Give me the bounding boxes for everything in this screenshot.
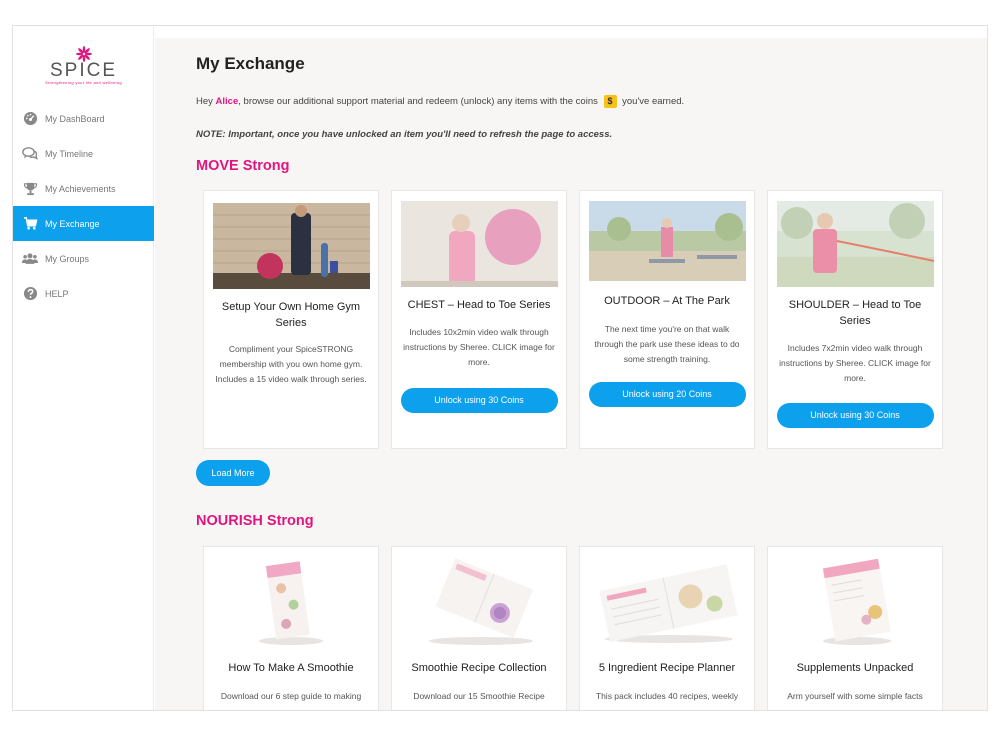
spice-logo[interactable]: SPICE Strengthening your life and wellbe…	[13, 46, 154, 85]
comments-icon	[22, 146, 38, 162]
sidebar-item-label: My Timeline	[45, 148, 94, 159]
sidebar-item-help[interactable]: HELP	[13, 276, 154, 311]
help-icon	[22, 286, 38, 302]
nourish-card-list: How To Make A Smoothie Download our 6 st…	[203, 546, 987, 710]
card-image-recipe-planner[interactable]	[589, 555, 746, 647]
card-title: OUTDOOR – At The Park	[604, 295, 730, 307]
card-description: Compliment your SpiceSTRONG membership w…	[215, 344, 367, 384]
app-window: SPICE Strengthening your life and wellbe…	[12, 25, 988, 711]
note-text: NOTE: Important, once you have unlocked …	[196, 129, 613, 140]
unlock-button[interactable]: Unlock using 30 Coins	[400, 388, 558, 413]
card-title: CHEST – Head to Toe Series	[407, 299, 551, 311]
card-title: Setup Your Own Home Gym Series	[221, 301, 361, 329]
sidebar-item-achievements[interactable]: My Achievements	[13, 171, 154, 206]
card-description: Arm yourself with some simple facts	[787, 691, 923, 701]
dashboard-icon	[22, 111, 38, 127]
sidebar-item-groups[interactable]: My Groups	[13, 241, 154, 276]
card-description: Download our 15 Smoothie Recipe	[413, 691, 545, 701]
card-title: How To Make A Smoothie	[228, 662, 354, 674]
product-card[interactable]: Supplements Unpacked Arm yourself with s…	[767, 546, 943, 710]
unlock-button[interactable]: Unlock using 30 Coins	[776, 403, 934, 428]
product-card[interactable]: Setup Your Own Home Gym Series Complimen…	[203, 190, 379, 449]
card-image-smoothie-collection[interactable]	[401, 555, 558, 647]
sidebar: SPICE Strengthening your life and wellbe…	[13, 26, 154, 710]
sidebar-item-label: My Exchange	[45, 218, 100, 229]
card-image-outdoor[interactable]	[588, 201, 746, 281]
product-card[interactable]: OUTDOOR – At The Park The next time you'…	[579, 190, 755, 449]
card-image-home-gym[interactable]	[212, 203, 370, 289]
main-content: My Exchange Hey Alice, browse our additi…	[155, 26, 987, 710]
card-title: 5 Ingredient Recipe Planner	[598, 662, 736, 674]
move-card-list: Setup Your Own Home Gym Series Complimen…	[203, 190, 987, 449]
card-image-chest[interactable]	[400, 201, 558, 287]
sidebar-item-label: My Groups	[45, 253, 90, 264]
sidebar-item-label: My DashBoard	[45, 113, 105, 124]
sidebar-item-exchange[interactable]: My Exchange	[13, 206, 154, 241]
card-title: SHOULDER – Head to Toe Series	[788, 299, 922, 327]
product-card[interactable]: How To Make A Smoothie Download our 6 st…	[203, 546, 379, 710]
card-description: Download our 6 step guide to making	[220, 691, 362, 701]
unlock-button[interactable]: Unlock using 20 Coins	[588, 382, 746, 407]
product-card[interactable]: 5 Ingredient Recipe Planner This pack in…	[579, 546, 755, 710]
card-description: Includes 7x2min video walk through instr…	[779, 343, 931, 383]
intro-prefix: Hey	[196, 96, 216, 107]
user-name: Alice	[215, 96, 239, 107]
card-image-supplements[interactable]	[777, 555, 934, 647]
card-description: Includes 10x2min video walk through inst…	[403, 327, 555, 367]
page-title: My Exchange	[196, 54, 305, 73]
trophy-icon	[22, 181, 38, 197]
card-image-shoulder[interactable]	[776, 201, 934, 287]
logo-text: SPICE	[49, 60, 118, 81]
intro-middle: , browse our additional support material…	[238, 96, 601, 107]
users-icon	[22, 251, 38, 267]
top-bar	[155, 26, 987, 38]
card-title: Smoothie Recipe Collection	[411, 662, 547, 674]
sidebar-nav: My DashBoard My Timeline My Achievements…	[13, 101, 154, 311]
sidebar-item-timeline[interactable]: My Timeline	[13, 136, 154, 171]
card-description: This pack includes 40 recipes, weekly	[595, 691, 739, 701]
product-card[interactable]: CHEST – Head to Toe Series Includes 10x2…	[391, 190, 567, 449]
section-heading-nourish: NOURISH Strong	[196, 513, 314, 529]
coin-icon: $	[603, 95, 617, 108]
sidebar-item-label: My Achievements	[45, 183, 116, 194]
intro-suffix: you've earned.	[619, 96, 685, 107]
card-title: Supplements Unpacked	[796, 662, 914, 674]
intro-text: Hey Alice, browse our additional support…	[196, 95, 987, 108]
load-more-button[interactable]: Load More	[196, 460, 270, 486]
sidebar-item-dashboard[interactable]: My DashBoard	[13, 101, 154, 136]
product-card[interactable]: Smoothie Recipe Collection Download our …	[391, 546, 567, 710]
product-card[interactable]: SHOULDER – Head to Toe Series Includes 7…	[767, 190, 943, 449]
section-heading-move: MOVE Strong	[196, 158, 290, 174]
card-description: The next time you're on that walk throug…	[594, 324, 740, 364]
logo-tagline: Strengthening your life and wellbeing	[45, 80, 122, 85]
exchange-content: My Exchange Hey Alice, browse our additi…	[196, 54, 987, 710]
card-image-smoothie-guide[interactable]	[213, 555, 370, 647]
sidebar-item-label: HELP	[45, 288, 69, 299]
cart-icon	[22, 216, 38, 232]
